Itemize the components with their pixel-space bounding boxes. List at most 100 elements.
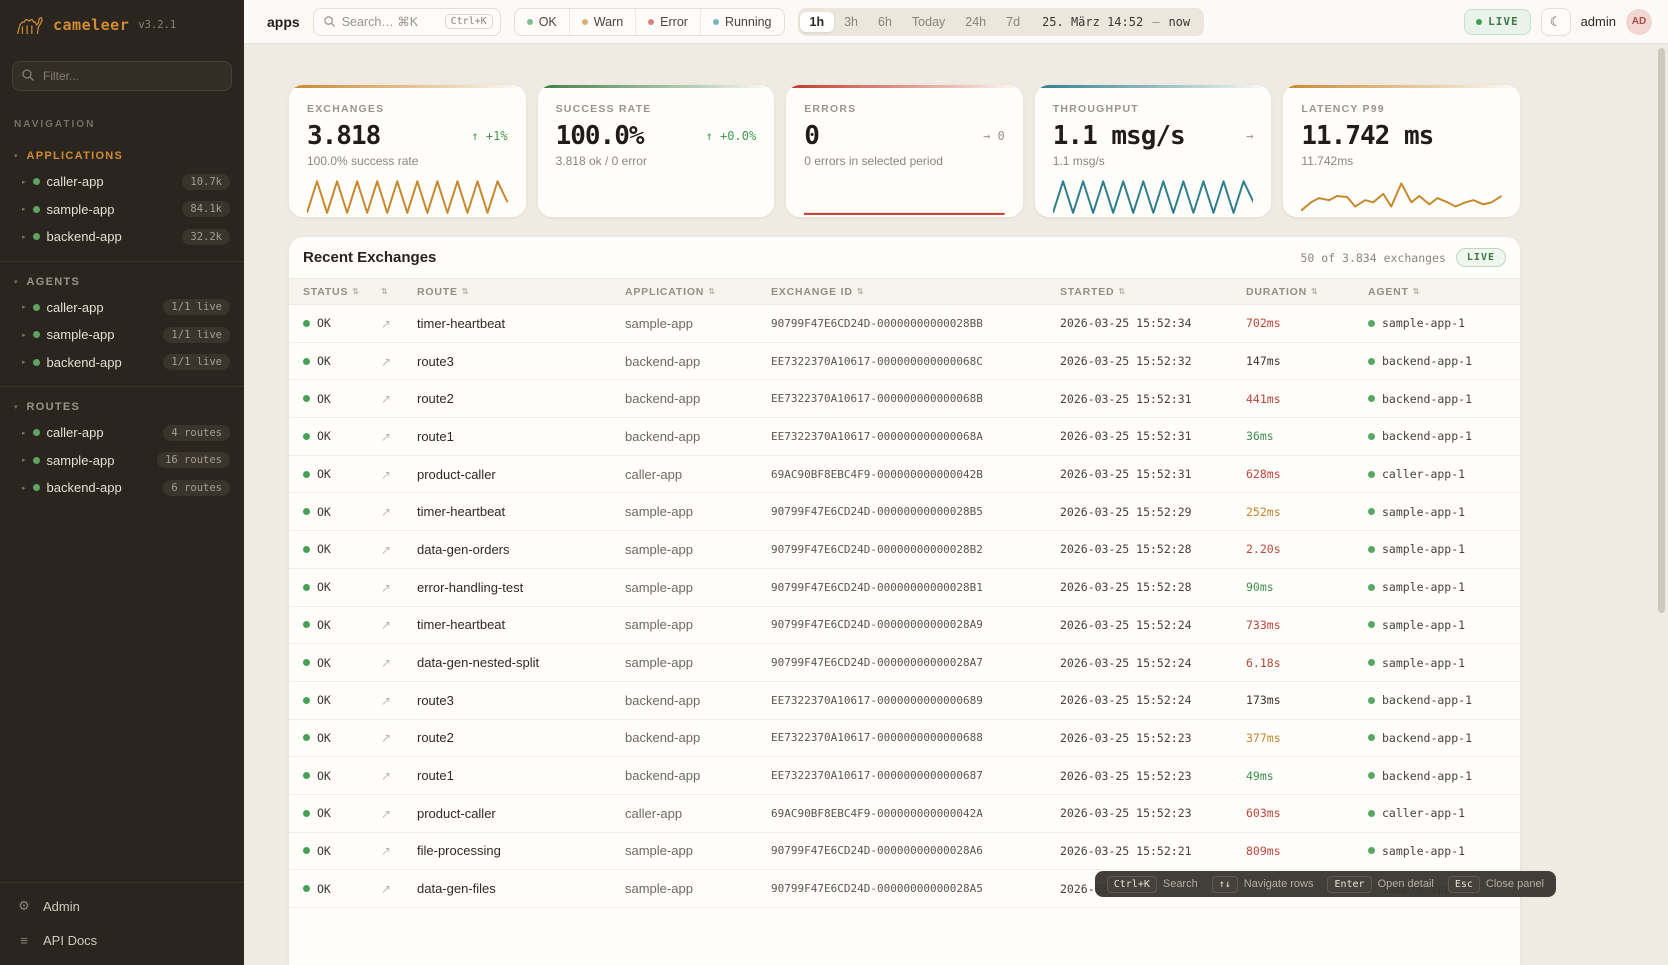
table-row[interactable]: OK ↗ timer-heartbeat sample-app 90799F47… (289, 305, 1520, 343)
shortcut-hint: ↑↓ Navigate rows (1212, 876, 1314, 893)
sparkline (1053, 175, 1254, 217)
page-title: apps (267, 14, 300, 30)
time-range-button[interactable]: 6h (868, 12, 902, 32)
sidebar-item-admin[interactable]: ⚙ Admin (0, 889, 244, 923)
open-detail-icon[interactable]: ↗ (381, 317, 391, 331)
sidebar-item-backend-app[interactable]: ▸ backend-app 6 routes (12, 474, 232, 502)
filter-input[interactable] (12, 61, 232, 91)
table-row[interactable]: OK ↗ route1 backend-app EE7322370A10617-… (289, 418, 1520, 456)
open-detail-icon[interactable]: ↗ (381, 618, 391, 632)
open-detail-icon[interactable]: ↗ (381, 694, 391, 708)
sidebar-item-caller-app[interactable]: ▸ caller-app 1/1 live (12, 294, 232, 322)
count-badge: 6 routes (163, 480, 230, 496)
count-badge: 1/1 live (163, 299, 230, 315)
table-row[interactable]: OK ↗ route2 backend-app EE7322370A10617-… (289, 720, 1520, 758)
count-badge: 10.7k (182, 174, 230, 190)
table-row[interactable]: OK ↗ route2 backend-app EE7322370A10617-… (289, 380, 1520, 418)
sparkline (307, 175, 508, 217)
column-status[interactable]: STATUS⇅ (303, 286, 381, 298)
open-detail-icon[interactable]: ↗ (381, 505, 391, 519)
column-duration[interactable]: DURATION⇅ (1246, 286, 1368, 298)
column-started[interactable]: STARTED⇅ (1060, 286, 1246, 298)
table-row[interactable]: OK ↗ timer-heartbeat sample-app 90799F47… (289, 493, 1520, 531)
table-row[interactable]: OK ↗ data-gen-nested-split sample-app 90… (289, 644, 1520, 682)
avatar[interactable]: AD (1626, 9, 1652, 35)
open-detail-icon[interactable]: ↗ (381, 656, 391, 670)
sidebar-item-caller-app[interactable]: ▸ caller-app 4 routes (12, 419, 232, 447)
time-range-button[interactable]: Today (902, 12, 955, 32)
table-row[interactable]: OK ↗ timer-heartbeat sample-app 90799F47… (289, 607, 1520, 645)
sidebar-filter (12, 61, 232, 91)
column-open[interactable]: ⇅ (381, 287, 417, 296)
chevron-down-icon: ▾ (14, 152, 18, 160)
sidebar-item-sample-app[interactable]: ▸ sample-app 16 routes (12, 447, 232, 475)
table-body: OK ↗ timer-heartbeat sample-app 90799F47… (289, 305, 1520, 908)
open-detail-icon[interactable]: ↗ (381, 882, 391, 896)
open-detail-icon[interactable]: ↗ (381, 543, 391, 557)
time-range-button[interactable]: 3h (834, 12, 868, 32)
sidebar-item-sample-app[interactable]: ▸ sample-app 84.1k (12, 196, 232, 224)
column-route[interactable]: ROUTE⇅ (417, 286, 625, 298)
table-row[interactable]: OK ↗ file-processing sample-app 90799F47… (289, 833, 1520, 871)
table-row[interactable]: OK ↗ route3 backend-app EE7322370A10617-… (289, 682, 1520, 720)
app-version: v3.2.1 (138, 19, 176, 31)
nav-sections: ▾ APPLICATIONS ▸ caller-app 10.7k ▸ samp… (0, 136, 244, 882)
table-row[interactable]: OK ↗ product-caller caller-app 69AC90BF8… (289, 456, 1520, 494)
sidebar-item-backend-app[interactable]: ▸ backend-app 1/1 live (12, 349, 232, 377)
logo[interactable]: cameleer v3.2.1 (0, 0, 244, 45)
table-live-badge[interactable]: LIVE (1456, 248, 1506, 267)
status-ok-dot (303, 772, 310, 779)
user-name: admin (1581, 14, 1616, 29)
open-detail-icon[interactable]: ↗ (381, 468, 391, 482)
section-header[interactable]: ▾ APPLICATIONS (12, 142, 232, 168)
status-filter-pill[interactable]: Error (635, 9, 700, 35)
chevron-right-icon: ▸ (22, 331, 26, 339)
column-agent[interactable]: AGENT⇅ (1368, 286, 1520, 298)
sidebar-item-caller-app[interactable]: ▸ caller-app 10.7k (12, 168, 232, 196)
open-detail-icon[interactable]: ↗ (381, 731, 391, 745)
table-row[interactable]: OK ↗ error-handling-test sample-app 9079… (289, 569, 1520, 607)
moon-icon: ☾ (1550, 14, 1562, 30)
status-filter-pill[interactable]: OK (515, 9, 569, 35)
column-application[interactable]: APPLICATION⇅ (625, 286, 771, 298)
sidebar-item-sample-app[interactable]: ▸ sample-app 1/1 live (12, 321, 232, 349)
search-input[interactable] (342, 15, 439, 29)
column-exchange-id[interactable]: EXCHANGE ID⇅ (771, 286, 1060, 298)
status-ok-dot (303, 847, 310, 854)
open-detail-icon[interactable]: ↗ (381, 807, 391, 821)
live-badge[interactable]: LIVE (1464, 9, 1531, 35)
status-dot (33, 457, 40, 464)
time-range-button[interactable]: 7d (996, 12, 1030, 32)
table-row[interactable]: OK ↗ route3 backend-app EE7322370A10617-… (289, 343, 1520, 381)
sort-icon: ⇅ (1118, 287, 1126, 296)
agent-ok-dot (1368, 395, 1375, 402)
open-detail-icon[interactable]: ↗ (381, 581, 391, 595)
table-row[interactable]: OK ↗ data-gen-orders sample-app 90799F47… (289, 531, 1520, 569)
open-detail-icon[interactable]: ↗ (381, 430, 391, 444)
section-header[interactable]: ▾ AGENTS (12, 268, 232, 294)
open-detail-icon[interactable]: ↗ (381, 844, 391, 858)
open-detail-icon[interactable]: ↗ (381, 769, 391, 783)
scrollbar[interactable] (1658, 48, 1665, 613)
camel-logo-icon (14, 13, 44, 37)
table-header: Recent Exchanges 50 of 3.834 exchanges L… (289, 237, 1520, 278)
status-ok-dot (303, 320, 310, 327)
theme-toggle-button[interactable]: ☾ (1541, 8, 1571, 36)
time-range-button[interactable]: 24h (955, 12, 996, 32)
table-row[interactable]: OK ↗ route1 backend-app EE7322370A10617-… (289, 757, 1520, 795)
open-detail-icon[interactable]: ↗ (381, 355, 391, 369)
date-range[interactable]: 25. März 14:52—now (1030, 15, 1202, 29)
topbar-right: LIVE ☾ admin AD (1464, 8, 1652, 36)
table-row[interactable]: OK ↗ product-caller caller-app 69AC90BF8… (289, 795, 1520, 833)
section-header[interactable]: ▾ ROUTES (12, 393, 232, 419)
stat-card: THROUGHPUT 1.1 msg/s → 1.1 msg/s (1035, 85, 1272, 217)
sidebar-item-api-docs[interactable]: ≡ API Docs (0, 923, 244, 957)
open-detail-icon[interactable]: ↗ (381, 392, 391, 406)
status-ok-dot (303, 471, 310, 478)
sort-icon: ⇅ (352, 287, 360, 296)
time-range-button[interactable]: 1h (800, 12, 835, 32)
status-filter-pill[interactable]: Running (700, 9, 784, 35)
sidebar-item-backend-app[interactable]: ▸ backend-app 32.2k (12, 223, 232, 251)
shortcut-hint: Ctrl+K Search (1107, 876, 1198, 893)
status-filter-pill[interactable]: Warn (569, 9, 635, 35)
